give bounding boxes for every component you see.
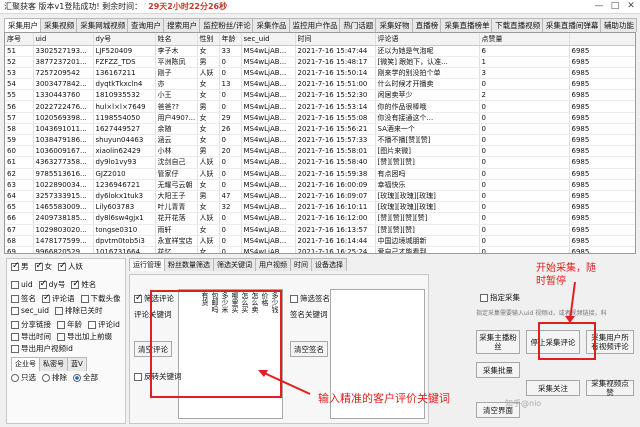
- annotation-arrows: [258, 281, 576, 395]
- arrow-top-head: [565, 316, 575, 323]
- arrow-bottom: [261, 371, 311, 395]
- annotation-start-collect: 开始采集，随 时暂停: [536, 263, 596, 287]
- watermark: 知乎@nio: [505, 399, 542, 408]
- annotation-keywords: 输入精准的客户评价关键词: [318, 392, 450, 405]
